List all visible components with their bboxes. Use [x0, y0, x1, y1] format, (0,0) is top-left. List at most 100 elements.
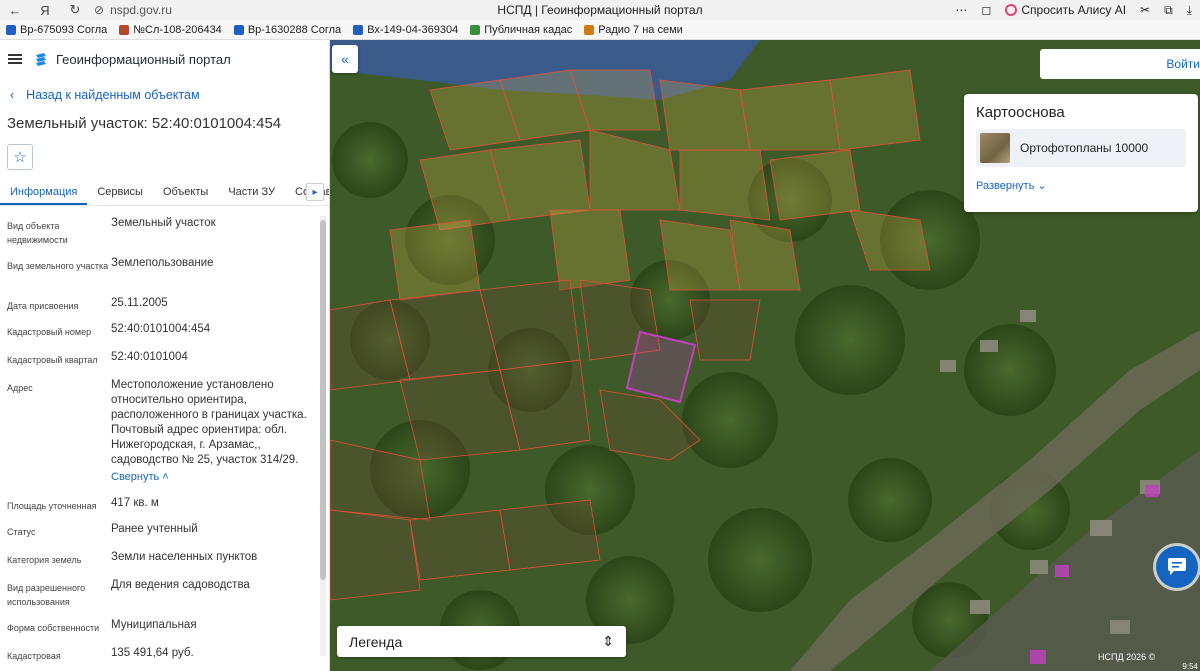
property-label: Вид разрешенного использования: [7, 583, 86, 607]
property-label: Кадастровая: [7, 651, 61, 661]
collapse-address-link[interactable]: Свернуть ˄: [111, 470, 169, 485]
object-title: Земельный участок: 52:40:0101004:454: [7, 115, 282, 132]
property-row: Форма собственности Муниципальная: [0, 618, 318, 646]
property-value: 52:40:0101004: [111, 350, 311, 378]
expand-label: Развернуть: [976, 180, 1035, 192]
address-bar[interactable]: ⊘ nspd.gov.ru: [94, 3, 172, 17]
property-row: Площадь уточненная 417 кв. м: [0, 496, 318, 522]
bookmark-item[interactable]: Вр-675093 Согла: [0, 24, 113, 36]
alisa-icon: [1005, 4, 1018, 16]
bookmark-item[interactable]: Вр-1630288 Согла: [228, 24, 347, 36]
system-clock: 9:54: [1182, 662, 1198, 671]
bookmark-favicon-icon: [233, 24, 244, 35]
bookmark-label: Вр-675093 Согла: [20, 23, 108, 36]
back-arrow-icon[interactable]: ←: [0, 3, 30, 18]
login-button[interactable]: Войти: [1040, 49, 1200, 79]
property-label: Форма собственности: [7, 623, 100, 633]
property-value: Местоположение установлено относительно …: [111, 378, 311, 496]
bookmark-label: Публичная кадас: [484, 23, 573, 36]
star-icon: ☆: [13, 149, 27, 166]
property-row: Статус Ранее учтенный: [0, 522, 318, 550]
property-row: Кадастровый квартал 52:40:0101004: [0, 350, 318, 378]
back-to-results-link[interactable]: ‹ Назад к найденным объектам: [10, 88, 200, 102]
map-copyright: НСПД 2026 ©: [1098, 652, 1156, 662]
login-label: Войти: [1166, 57, 1200, 71]
bookmark-label: Вр-1630288 Согла: [247, 23, 342, 36]
tab-3[interactable]: Части ЗУ: [218, 180, 285, 205]
url-text: nspd.gov.ru: [110, 3, 172, 17]
extensions-icon[interactable]: ⧉: [1164, 3, 1173, 18]
tools-icon[interactable]: ✂: [1140, 3, 1150, 17]
tab-2[interactable]: Объекты: [153, 180, 218, 205]
downloads-icon[interactable]: ⤓: [1187, 3, 1192, 18]
property-value: Ранее учтенный: [111, 522, 311, 550]
property-label: Кадастровый квартал: [7, 355, 98, 365]
bookmark-item[interactable]: Публичная кадас: [464, 24, 578, 36]
scrollbar-thumb[interactable]: [320, 220, 326, 580]
basemap-thumbnail: [980, 133, 1010, 163]
browser-toolbar: ← Я ↻ ⊘ nspd.gov.ru НСПД | Геоинформацио…: [0, 0, 1200, 20]
property-value-text: Для ведения садоводства: [111, 579, 250, 591]
legend-label: Легенда: [349, 633, 403, 650]
property-row: Дата присвоения 25.11.2005: [0, 296, 318, 322]
property-value: Земельный участок: [111, 216, 311, 256]
property-row: Кадастровая 135 491,64 руб.: [0, 646, 318, 670]
favorite-button[interactable]: ☆: [7, 144, 33, 170]
tabs-scroll-right-button[interactable]: ▸: [306, 183, 324, 201]
property-value-text: Землепользование: [111, 257, 214, 269]
bookmark-item[interactable]: №Сл-108-206434: [113, 24, 228, 36]
property-value-text: Ранее учтенный: [111, 523, 198, 535]
portal-name: Геоинформационный портал: [56, 51, 231, 67]
legend-dropdown[interactable]: Легенда ⇕: [337, 626, 626, 657]
menu-icon[interactable]: [8, 54, 22, 64]
sidebar-scrollbar[interactable]: [320, 216, 326, 656]
alisa-label: Спросить Алису AI: [1021, 3, 1127, 17]
property-value: 135 491,64 руб.: [111, 646, 311, 670]
property-label: Дата присвоения: [7, 301, 79, 311]
more-icon[interactable]: ⋯: [955, 3, 967, 17]
chevron-left-icon: ‹: [10, 88, 15, 102]
info-tabs: ИнформацияСервисыОбъектыЧасти ЗУСостав▸: [0, 180, 329, 206]
collapse-panel-button[interactable]: «: [332, 45, 358, 73]
tab-0[interactable]: Информация: [0, 180, 88, 205]
property-value-text: 52:40:0101004: [111, 351, 188, 363]
nspd-logo-icon: [36, 53, 46, 66]
info-sidebar: Геоинформационный портал ‹ Назад к найде…: [0, 40, 330, 671]
chevron-up-icon: ˄: [159, 471, 169, 483]
tab-1[interactable]: Сервисы: [87, 180, 153, 205]
bookmark-label: Радио 7 на семи: [598, 23, 683, 36]
portal-logo[interactable]: Геоинформационный портал: [34, 52, 231, 67]
bookmark-icon[interactable]: ◻: [981, 3, 991, 17]
property-value-text: 25.11.2005: [111, 297, 168, 309]
chat-button[interactable]: [1156, 546, 1198, 588]
property-row: Вид разрешенного использования Для ведени…: [0, 578, 318, 618]
property-value-text: Муниципальная: [111, 619, 197, 631]
bookmarks-bar: Вр-675093 Согла №Сл-108-206434 Вр-1630288 …: [0, 20, 1200, 40]
alisa-button[interactable]: Спросить Алису AI: [1005, 3, 1126, 17]
property-label: Вид объекта недвижимости: [7, 221, 68, 245]
double-chevron-left-icon: «: [341, 51, 349, 67]
reload-icon[interactable]: ↻: [60, 2, 90, 18]
property-value: 25.11.2005: [111, 296, 311, 322]
property-row: Вид объекта недвижимости Земельный участо…: [0, 216, 318, 256]
basemap-title: Картооснова: [976, 104, 1065, 121]
property-row: Категория земель Земли населенных пунктов: [0, 550, 318, 578]
property-value: Для ведения садоводства: [111, 578, 311, 618]
property-value-text: 417 кв. м: [111, 497, 159, 509]
property-value: 52:40:0101004:454: [111, 322, 311, 350]
bookmark-item[interactable]: Вх-149-04-369304: [347, 24, 464, 36]
basemap-panel: Картооснова Ортофотопланы 10000 Разверну…: [964, 94, 1198, 212]
yandex-icon[interactable]: Я: [30, 3, 60, 18]
expand-basemap-link[interactable]: Развернуть ⌄: [976, 179, 1186, 192]
bookmark-item[interactable]: Радио 7 на семи: [578, 24, 689, 36]
bookmark-label: Вх-149-04-369304: [367, 23, 459, 36]
property-label: Статус: [7, 527, 36, 537]
bookmark-favicon-icon: [119, 24, 130, 35]
site-info-icon: ⊘: [94, 3, 105, 17]
bookmark-favicon-icon: [470, 24, 481, 35]
basemap-option[interactable]: Ортофотопланы 10000: [976, 129, 1186, 167]
property-value-text: 135 491,64 руб.: [111, 647, 194, 659]
property-value-text: Земли населенных пунктов: [111, 551, 258, 563]
property-label: Адрес: [7, 383, 33, 393]
property-row: Кадастровый номер 52:40:0101004:454: [0, 322, 318, 350]
